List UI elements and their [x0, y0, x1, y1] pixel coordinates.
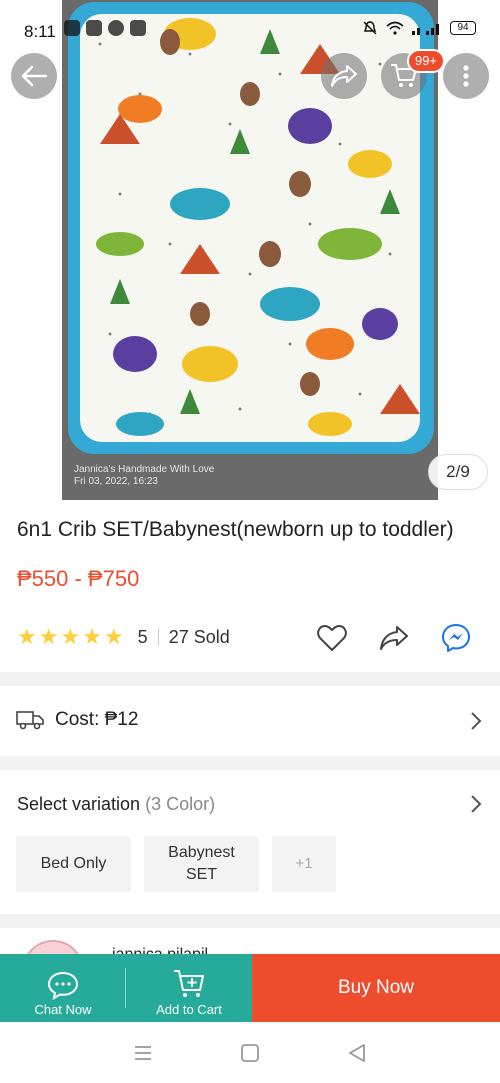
- product-screen: Jannica's Handmade With Love Fri 03, 202…: [0, 0, 500, 1083]
- notification-file-icon: [86, 20, 102, 36]
- system-nav-bar: [0, 1022, 500, 1083]
- triangle-back-icon: [348, 1043, 365, 1062]
- chevron-right-icon: [471, 712, 482, 730]
- star-icon: ★: [103, 624, 124, 649]
- variation-label[interactable]: Select variation (3 Color): [17, 794, 215, 815]
- messenger-share-button[interactable]: [440, 622, 472, 654]
- variation-options: Bed Only Babynest SET +1: [16, 836, 336, 892]
- notification-shield-icon: [130, 20, 146, 36]
- product-actions: [316, 622, 472, 654]
- star-icon: ★: [17, 624, 37, 649]
- truck-icon: [16, 711, 44, 730]
- variation-option-babynest-set[interactable]: Babynest SET: [144, 836, 259, 892]
- signal-icon: [412, 24, 439, 35]
- secondary-actions: Chat Now Add to Cart: [0, 954, 252, 1022]
- star-icon: ★: [60, 624, 81, 649]
- share-product-button[interactable]: [378, 622, 410, 654]
- bottom-action-bar: Chat Now Add to Cart Buy Now: [0, 954, 500, 1022]
- variation-option-bed-only[interactable]: Bed Only: [16, 836, 131, 892]
- arrow-left-icon: [21, 65, 48, 87]
- photo-watermark: Jannica's Handmade With Love Fri 03, 202…: [74, 464, 214, 488]
- variation-title: Select variation: [17, 794, 141, 814]
- star-icon: ★: [82, 624, 102, 649]
- product-info: 6n1 Crib SET/Babynest(newborn up to todd…: [0, 500, 500, 672]
- messenger-icon: [442, 624, 470, 652]
- image-counter: 2/9: [428, 454, 488, 490]
- square-home-icon: [241, 1043, 259, 1062]
- watermark-line-2: Fri 03, 2022, 16:23: [74, 476, 158, 487]
- action-divider: [125, 968, 126, 1008]
- star-icon: ★: [38, 624, 59, 649]
- variation-section: Select variation (3 Color) Bed Only Baby…: [0, 770, 500, 914]
- status-bar: 8:11 94: [0, 0, 500, 42]
- chat-bubble-icon: [47, 971, 79, 1000]
- heart-icon: [317, 625, 347, 651]
- battery-indicator: 94: [450, 21, 476, 35]
- share-button[interactable]: [321, 53, 367, 99]
- add-to-cart-label: Add to Cart: [156, 1002, 222, 1017]
- shipping-cost: Cost: ₱12: [55, 709, 139, 730]
- status-time: 8:11: [24, 22, 56, 41]
- system-back-button[interactable]: [346, 1042, 368, 1064]
- notification-app-icon: [64, 20, 80, 36]
- variation-count: (3 Color): [145, 794, 216, 814]
- system-status-icons: 94: [362, 20, 476, 36]
- home-button[interactable]: [239, 1042, 261, 1064]
- product-title: 6n1 Crib SET/Babynest(newborn up to todd…: [17, 518, 454, 541]
- more-options-button[interactable]: [443, 53, 489, 99]
- watermark-line-1: Jannica's Handmade With Love: [74, 464, 215, 475]
- like-button[interactable]: [316, 622, 348, 654]
- dinosaur-pattern: [96, 18, 420, 436]
- shipping-row[interactable]: Cost: ₱12: [0, 686, 500, 756]
- rating-stars: ★ ★ ★ ★ ★: [17, 624, 124, 650]
- chevron-right-icon[interactable]: [469, 794, 483, 814]
- buy-now-button[interactable]: Buy Now: [252, 954, 500, 1022]
- notification-icons: [64, 20, 146, 42]
- variation-option-more[interactable]: +1: [272, 836, 336, 892]
- wifi-icon: [386, 21, 404, 35]
- back-button[interactable]: [11, 53, 57, 99]
- share-icon: [380, 626, 408, 650]
- add-to-cart-button[interactable]: Add to Cart: [126, 954, 252, 1022]
- cart-button[interactable]: 99+: [381, 49, 445, 99]
- mat-fabric: [80, 14, 420, 442]
- share-arrow-icon: [331, 65, 357, 87]
- rating-divider: [157, 628, 159, 646]
- cart-badge: 99+: [407, 49, 445, 73]
- notification-messenger-icon: [108, 20, 124, 36]
- product-price: ₱550 - ₱750: [17, 566, 140, 591]
- mute-icon: [363, 21, 377, 35]
- chat-now-button[interactable]: Chat Now: [0, 954, 126, 1022]
- add-cart-icon: [174, 970, 204, 997]
- recent-apps-button[interactable]: [132, 1042, 154, 1064]
- rating-value: 5: [137, 626, 148, 647]
- rating-row[interactable]: ★ ★ ★ ★ ★ 5 27 Sold: [17, 624, 230, 650]
- menu-lines-icon: [135, 1045, 152, 1060]
- chat-now-label: Chat Now: [34, 1002, 92, 1017]
- sold-count: 27 Sold: [168, 626, 230, 647]
- vertical-dots-icon: [463, 65, 469, 87]
